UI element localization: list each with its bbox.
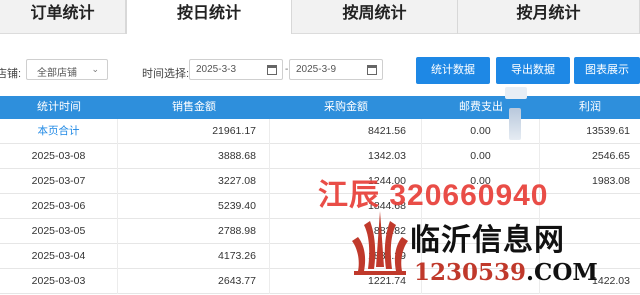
cell-sales: 3888.68 [118, 144, 270, 169]
cell-sales: 3227.08 [118, 169, 270, 194]
table-header: 统计时间 销售金额 采购金额 邮费支出 利润 [0, 96, 640, 119]
column-header-time: 统计时间 [37, 101, 81, 113]
cell-time: 2025-03-06 [0, 194, 118, 219]
redaction-blur [505, 87, 527, 99]
date-start-input[interactable]: 2025-3-3 [189, 59, 283, 80]
column-header-purchase: 采购金额 [324, 101, 368, 113]
watermark-site-logo: 临沂信息网 1230539.COM [340, 205, 640, 295]
chevron-down-icon: ⌄ [91, 64, 99, 74]
cell-time: 2025-03-03 [0, 269, 118, 294]
column-header-profit: 利润 [579, 101, 601, 113]
site-url-tld: .COM [526, 259, 598, 286]
tab-bar: 订单统计 按日统计 按周统计 按月统计 [0, 0, 640, 35]
cell-profit: 1983.08 [592, 175, 630, 187]
site-emblem-icon [352, 211, 408, 275]
chart-display-button[interactable]: 图表展示 [574, 57, 640, 84]
date-end-value: 2025-3-9 [296, 64, 337, 75]
cell-profit: 2546.65 [592, 150, 630, 162]
cell-purchase: 1342.03 [270, 144, 422, 169]
site-url-number: 1230539 [414, 259, 527, 286]
cell-postage: 0.00 [422, 119, 540, 144]
cell-time: 本页合计 [0, 119, 118, 144]
store-select[interactable]: 全部店铺 ⌄ [26, 59, 108, 80]
tab-monthly-stats[interactable]: 按月统计 [458, 0, 640, 34]
cell-profit: 13539.61 [586, 125, 630, 137]
cell-time: 2025-03-07 [0, 169, 118, 194]
cell-sales: 4173.26 [118, 244, 270, 269]
site-name: 临沂信息网 [410, 223, 565, 258]
date-end-input[interactable]: 2025-3-9 [289, 59, 383, 80]
calendar-icon[interactable] [267, 65, 277, 75]
cell-postage: 0.00 [422, 144, 540, 169]
cell-sales: 2643.77 [118, 269, 270, 294]
tab-weekly-stats[interactable]: 按周统计 [292, 0, 458, 34]
cell-sales: 2788.98 [118, 219, 270, 244]
column-header-sales: 销售金额 [172, 101, 216, 113]
export-data-button[interactable]: 导出数据 [496, 57, 570, 84]
cell-time: 2025-03-08 [0, 144, 118, 169]
cell-sales: 5239.40 [118, 194, 270, 219]
filter-bar: 店铺: 全部店铺 ⌄ 时间选择: 2025-3-3 - 2025-3-9 统计数… [0, 34, 640, 96]
calendar-icon[interactable] [367, 65, 377, 75]
store-select-value: 全部店铺 [37, 68, 77, 79]
redaction-blur [509, 108, 521, 140]
column-header-postage: 邮费支出 [459, 101, 503, 113]
date-start-value: 2025-3-3 [196, 64, 237, 75]
tab-order-stats[interactable]: 订单统计 [0, 0, 126, 34]
cell-sales: 21961.17 [118, 119, 270, 144]
site-url: 1230539.COM [414, 259, 598, 286]
tab-daily-stats[interactable]: 按日统计 [126, 0, 292, 35]
table-row: 2025-03-08 3888.68 1342.03 0.00 2546.65 [0, 144, 640, 169]
cell-time: 2025-03-04 [0, 244, 118, 269]
cell-purchase: 8421.56 [270, 119, 422, 144]
store-label: 店铺: [0, 68, 22, 80]
time-label: 时间选择: [142, 68, 190, 80]
cell-time: 2025-03-05 [0, 219, 118, 244]
date-separator: - [285, 64, 289, 75]
table-row-summary: 本页合计 21961.17 8421.56 0.00 13539.61 [0, 119, 640, 144]
stats-data-button[interactable]: 统计数据 [416, 57, 490, 84]
